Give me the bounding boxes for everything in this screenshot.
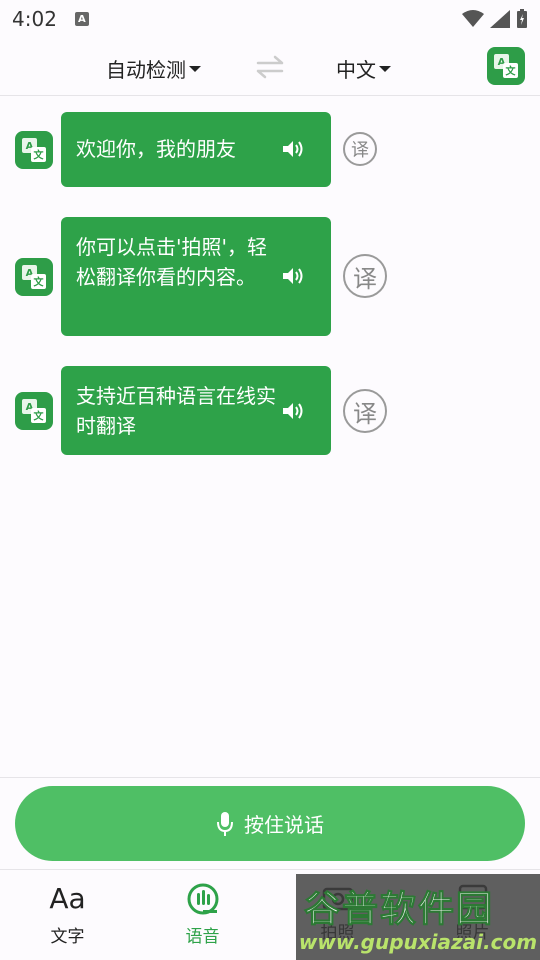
translate-label: 译 xyxy=(353,264,377,293)
svg-text:文: 文 xyxy=(34,410,45,423)
speaker-icon[interactable] xyxy=(281,138,305,160)
translate-label: 译 xyxy=(351,140,369,161)
chevron-down-icon xyxy=(189,65,201,72)
bot-avatar-icon: A 文 xyxy=(15,392,53,430)
watermark-url: www.gupuxiazai.com xyxy=(298,930,538,954)
svg-text:文: 文 xyxy=(506,65,517,78)
message-bubble[interactable]: 你可以点击'拍照'，轻松翻译你看的内容。 xyxy=(61,217,331,336)
signal-icon xyxy=(490,10,510,28)
bot-avatar-icon: A 文 xyxy=(15,258,53,296)
message-text: 欢迎你，我的朋友 xyxy=(76,137,236,161)
source-language-selector[interactable]: 自动检测 xyxy=(106,54,201,83)
speaker-icon[interactable] xyxy=(281,400,305,422)
tab-label: 文字 xyxy=(50,927,85,947)
app-logo-icon[interactable]: A 文 xyxy=(487,47,525,85)
translate-button[interactable]: 译 xyxy=(343,132,377,166)
hold-to-talk-label: 按住说话 xyxy=(244,813,324,837)
divider xyxy=(0,777,540,778)
translate-button[interactable]: 译 xyxy=(343,389,387,433)
target-language-selector[interactable]: 中文 xyxy=(336,54,391,83)
message-text: 你可以点击'拍照'，轻松翻译你看的内容。 xyxy=(76,235,267,289)
notification-a-icon: A xyxy=(74,12,89,26)
status-bar: 4:02 A xyxy=(0,0,540,38)
message-text: 支持近百种语言在线实时翻译 xyxy=(76,384,276,438)
swap-languages-icon[interactable] xyxy=(255,54,285,80)
status-icons xyxy=(462,9,528,29)
text-tab-icon: Aa xyxy=(49,882,86,915)
svg-text:文: 文 xyxy=(34,276,45,289)
battery-icon xyxy=(517,9,527,28)
microphone-icon xyxy=(217,811,233,836)
speaker-icon[interactable] xyxy=(281,265,305,287)
tab-text[interactable]: Aa 文字 xyxy=(0,870,135,960)
bot-avatar-icon: A 文 xyxy=(15,131,53,169)
tab-label: 语音 xyxy=(185,927,220,947)
wifi-icon xyxy=(462,10,484,27)
status-time: 4:02 xyxy=(12,7,57,31)
message-bubble[interactable]: 欢迎你，我的朋友 xyxy=(61,112,331,187)
site-watermark: 谷普软件园 www.gupuxiazai.com xyxy=(296,874,540,960)
svg-text:文: 文 xyxy=(34,149,45,162)
voice-tab-icon xyxy=(187,883,218,915)
translate-button[interactable]: 译 xyxy=(343,254,387,298)
message-bubble[interactable]: 支持近百种语言在线实时翻译 xyxy=(61,366,331,455)
language-bar: 自动检测 中文 A 文 xyxy=(0,38,540,96)
translate-label: 译 xyxy=(353,399,377,428)
target-language-label: 中文 xyxy=(336,58,376,82)
chevron-down-icon xyxy=(379,65,391,72)
watermark-title: 谷普软件园 xyxy=(303,889,495,931)
source-language-label: 自动检测 xyxy=(106,58,186,82)
hold-to-talk-button[interactable]: 按住说话 xyxy=(15,786,525,861)
tab-voice[interactable]: 语音 xyxy=(135,870,270,960)
